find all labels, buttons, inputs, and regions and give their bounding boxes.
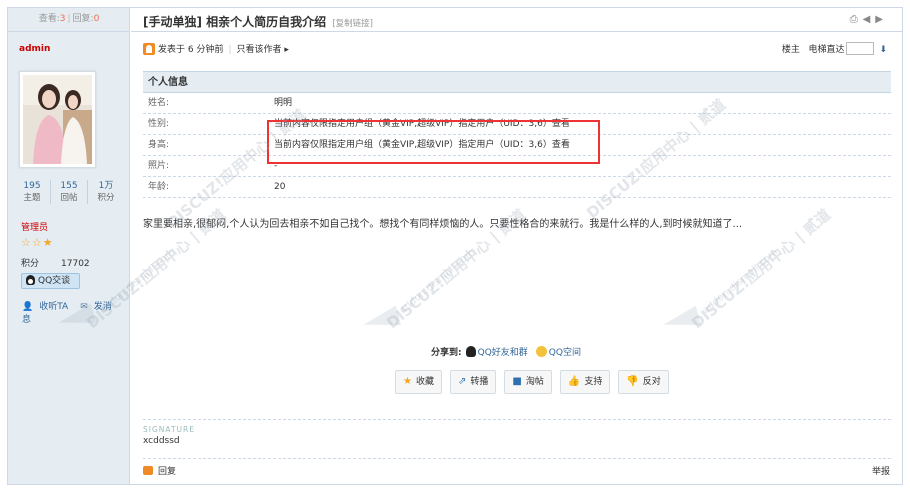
share-qq-link[interactable]: QQ好友和群 bbox=[478, 348, 528, 358]
qq-chat-button[interactable]: QQ交谈 bbox=[21, 273, 80, 289]
author-sidebar: 查看:3 | 回复:0 admin 195 主题 155 回帖 1万 积分 管理… bbox=[8, 8, 130, 484]
next-thread-icon[interactable]: ▶ bbox=[875, 14, 888, 25]
reply-divider bbox=[143, 458, 891, 459]
elevator-label: 电梯直达 bbox=[808, 45, 845, 55]
author-name[interactable]: admin bbox=[19, 44, 50, 54]
qzone-icon bbox=[535, 346, 547, 357]
thumbs-down-icon: 👎 bbox=[626, 376, 639, 387]
floor-controls: 楼主 电梯直达 ⬇ bbox=[782, 42, 887, 55]
credit-score: 积分 17702 bbox=[21, 256, 90, 269]
share-bar: 分享到: QQ好友和群 QQ空间 bbox=[431, 345, 581, 358]
qq-icon bbox=[465, 346, 476, 357]
collection-icon: ■ bbox=[512, 376, 522, 387]
only-author-link[interactable]: 只看该作者 bbox=[237, 45, 282, 55]
signature-divider bbox=[143, 419, 891, 420]
views-label: 查看: bbox=[38, 14, 60, 24]
post-main: [手动单独] 相亲个人简历自我介绍 [复制链接] ⎙◀▶ 发表于 6 分钟前 | 只… bbox=[131, 8, 902, 484]
personal-info-heading: 个人信息 bbox=[143, 71, 891, 93]
stat-threads[interactable]: 195 主题 bbox=[14, 180, 50, 204]
thread-title-bar: [手动单独] 相亲个人简历自我介绍 [复制链接] ⎙◀▶ bbox=[131, 8, 902, 32]
print-icon[interactable]: ⎙ bbox=[850, 14, 863, 25]
qq-penguin-icon bbox=[26, 275, 35, 285]
signature-text: xcddssd bbox=[143, 436, 180, 446]
info-row-age: 年龄: 20 bbox=[143, 177, 891, 198]
views-count: 3 bbox=[59, 14, 66, 24]
info-row-gender: 性别: 当前内容仅限指定用户组（黄金VIP,超级VIP）指定用户（UID：3,6）… bbox=[143, 114, 891, 135]
elevator-input[interactable] bbox=[846, 42, 875, 55]
replies-label: 回复: bbox=[72, 14, 94, 24]
oppose-button[interactable]: 👎 反对 bbox=[618, 370, 669, 394]
thread-stats: 查看:3 | 回复:0 bbox=[8, 8, 130, 32]
score-value: 17702 bbox=[61, 259, 90, 269]
repost-icon: ⇗ bbox=[457, 376, 467, 387]
post-time: 发表于 6 分钟前 bbox=[158, 45, 224, 55]
thread-nav-icons: ⎙◀▶ bbox=[850, 14, 888, 25]
qq-chat-label: QQ交谈 bbox=[38, 276, 71, 286]
personal-info-table: 个人信息 姓名: 明明 性别: 当前内容仅限指定用户组（黄金VIP,超级VIP）指定… bbox=[143, 71, 891, 198]
replies-count: 0 bbox=[93, 14, 100, 24]
follow-link[interactable]: 👤 收听TA bbox=[22, 302, 74, 312]
follow-icon: 👤 bbox=[22, 302, 34, 312]
stat-posts[interactable]: 155 回帖 bbox=[50, 180, 87, 204]
collect-button[interactable]: ■ 淘帖 bbox=[504, 370, 552, 394]
share-qzone-link[interactable]: QQ空间 bbox=[549, 348, 581, 358]
favorite-button[interactable]: ★ 收藏 bbox=[395, 370, 442, 394]
thread-title: [手动单独] 相亲个人简历自我介绍 [复制链接] bbox=[143, 15, 373, 29]
score-label: 积分 bbox=[21, 259, 40, 269]
info-row-name: 姓名: 明明 bbox=[143, 93, 891, 114]
avatar-photo bbox=[23, 75, 92, 164]
elevator-go-icon[interactable]: ⬇ bbox=[879, 45, 887, 55]
copy-link-button[interactable]: [复制链接] bbox=[332, 19, 373, 29]
report-link[interactable]: 举报 bbox=[872, 464, 890, 477]
info-row-photo: 照片: - bbox=[143, 156, 891, 177]
author-actions: 👤 收听TA ✉ 发消息 bbox=[22, 299, 129, 325]
prev-thread-icon[interactable]: ◀ bbox=[863, 14, 876, 25]
thumbs-up-icon: 👍 bbox=[567, 376, 581, 387]
reply-button[interactable]: 回复 bbox=[143, 464, 176, 477]
support-button[interactable]: 👍 支持 bbox=[559, 370, 611, 394]
post-meta: 发表于 6 分钟前 | 只看该作者 ▸ 楼主 电梯直达 ⬇ bbox=[143, 42, 891, 62]
post-action-buttons: ★ 收藏 ⇗ 转播 ■ 淘帖 👍 支持 👎 反对 bbox=[395, 370, 677, 394]
user-group[interactable]: 管理员 bbox=[21, 220, 48, 233]
reply-icon bbox=[143, 466, 153, 475]
avatar[interactable] bbox=[19, 71, 96, 168]
mail-icon: ✉ bbox=[80, 302, 88, 312]
only-author-arrow-icon: ▸ bbox=[281, 45, 289, 55]
post-frame: 查看:3 | 回复:0 admin 195 主题 155 回帖 1万 积分 管理… bbox=[7, 7, 903, 485]
star-icon: ★ bbox=[403, 376, 412, 387]
info-row-height: 身高: 当前内容仅限指定用户组（黄金VIP,超级VIP）指定用户（UID：3,6）… bbox=[143, 135, 891, 156]
floor-label: 楼主 bbox=[781, 45, 800, 55]
share-label: 分享到: bbox=[431, 348, 462, 358]
signature-label: SIGNATURE bbox=[143, 425, 195, 434]
online-status-icon bbox=[143, 43, 155, 55]
rank-stars-icon: ☆☆★ bbox=[21, 236, 54, 249]
share-repost-button[interactable]: ⇗ 转播 bbox=[449, 370, 497, 394]
stat-credits[interactable]: 1万 积分 bbox=[87, 180, 124, 204]
author-stats: 195 主题 155 回帖 1万 积分 bbox=[14, 180, 124, 204]
post-content: 家里要相亲,很郁闷,个人认为回去相亲不如自己找个。想找个有同样烦恼的人。只要性格… bbox=[143, 219, 743, 230]
